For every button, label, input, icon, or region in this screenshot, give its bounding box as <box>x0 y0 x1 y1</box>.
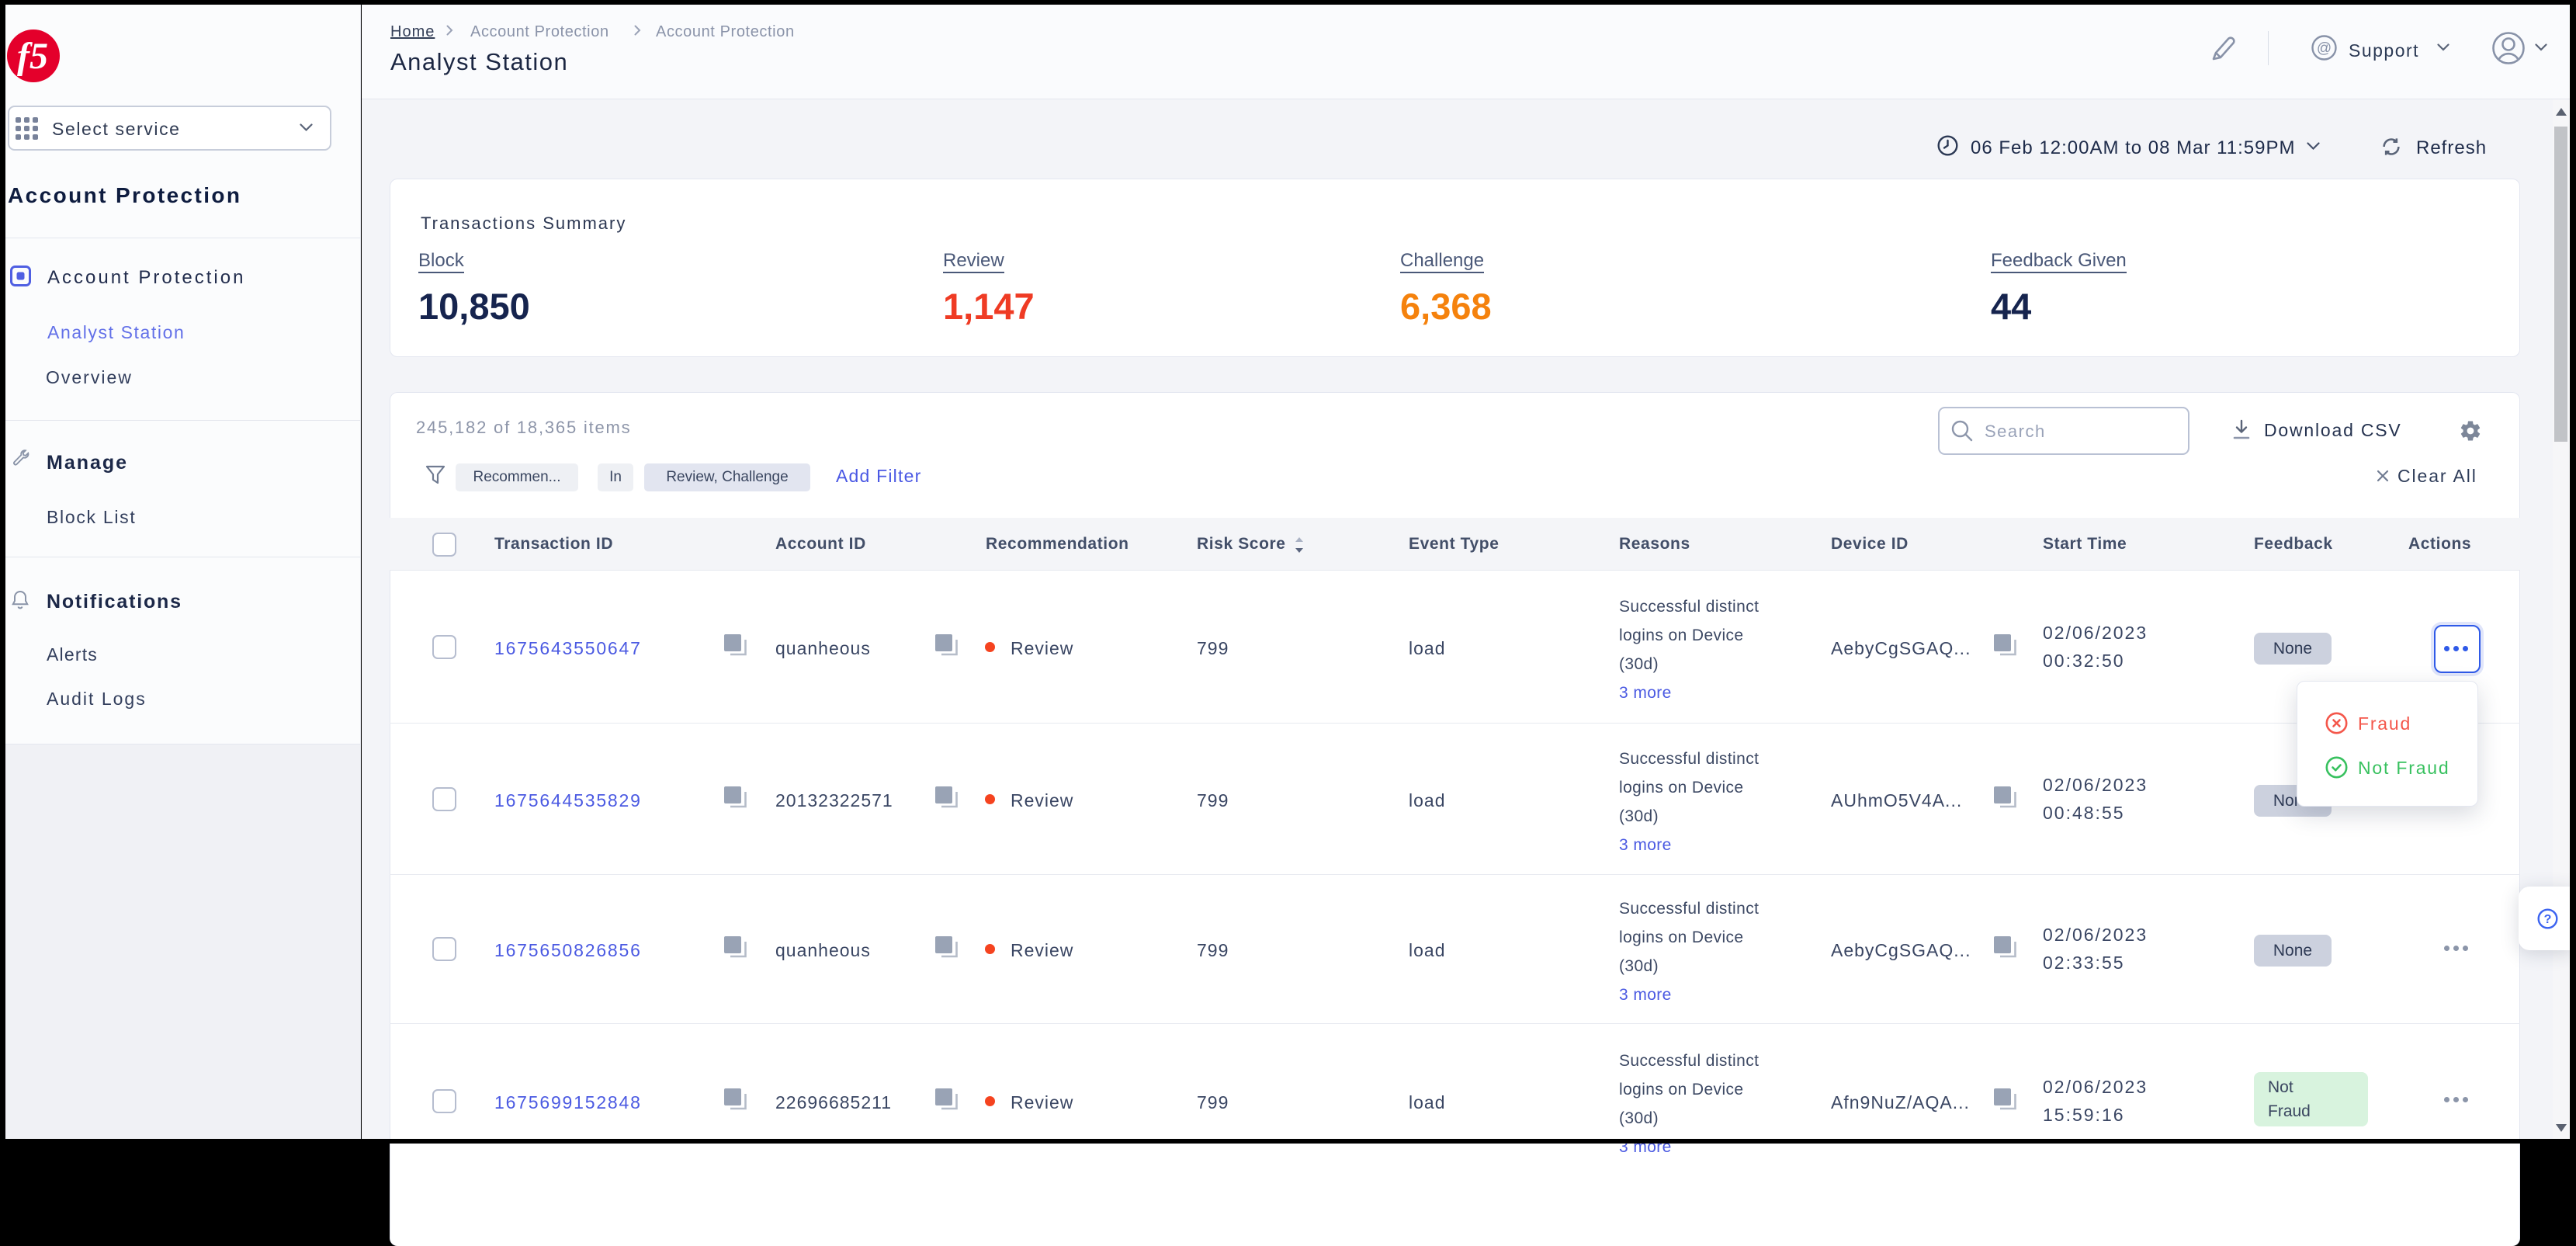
svg-text:f5: f5 <box>17 36 48 77</box>
svg-text:?: ? <box>2544 913 2552 926</box>
svg-text:@: @ <box>2317 40 2332 57</box>
